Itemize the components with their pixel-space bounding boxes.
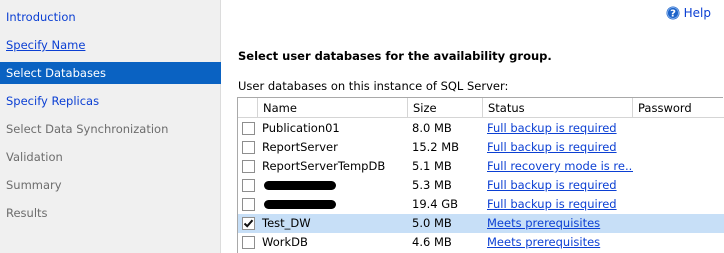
nav-item-label: Results bbox=[6, 206, 48, 220]
status-cell: Full backup is required bbox=[483, 119, 633, 138]
grid-caption: User databases on this instance of SQL S… bbox=[238, 79, 509, 93]
nav-item-select-databases[interactable]: Select Databases bbox=[0, 62, 221, 84]
table-row[interactable]: ReportServer 15.2 MB Full backup is requir… bbox=[238, 138, 724, 157]
nav-item-label: Select Data Synchronization bbox=[6, 122, 169, 136]
status-cell: Full recovery mode is re... bbox=[483, 157, 633, 176]
database-checkbox[interactable] bbox=[242, 198, 255, 211]
select-cell bbox=[238, 195, 258, 214]
database-name-cell: WorkDB bbox=[262, 235, 308, 249]
nav-item-introduction[interactable]: Introduction bbox=[0, 6, 221, 28]
database-name-cell: ReportServer bbox=[262, 140, 338, 154]
checkmark-icon bbox=[243, 219, 254, 228]
nav-item-label: Specify Replicas bbox=[6, 94, 100, 108]
table-row[interactable]: Publication01 8.0 MB Full backup is requir… bbox=[238, 119, 724, 138]
database-name-cell bbox=[258, 176, 408, 195]
database-checkbox[interactable] bbox=[242, 179, 255, 192]
status-cell: Meets prerequisites bbox=[483, 233, 633, 252]
select-cell bbox=[238, 214, 258, 233]
database-size-cell: 15.2 MB bbox=[412, 140, 460, 154]
select-cell bbox=[238, 119, 258, 138]
status-link[interactable]: Full backup is required bbox=[487, 121, 617, 135]
select-cell bbox=[238, 233, 258, 252]
table-row[interactable]: Test_DW 5.0 MB Meets prerequisites bbox=[238, 214, 724, 233]
database-name-cell: Publication01 bbox=[262, 121, 340, 135]
page-heading: Select user databases for the availabili… bbox=[238, 49, 552, 63]
table-row[interactable]: ReportServerTempDB 5.1 MB Full recovery mo… bbox=[238, 157, 724, 176]
status-cell: Full backup is required bbox=[483, 138, 633, 157]
status-link[interactable]: Full backup is required bbox=[487, 178, 617, 192]
column-header-size[interactable]: Size bbox=[408, 98, 483, 118]
nav-item-specify-replicas[interactable]: Specify Replicas bbox=[0, 90, 221, 112]
nav-item-select-data-synchronization: Select Data Synchronization bbox=[0, 118, 221, 140]
column-header-password[interactable]: Password bbox=[633, 98, 724, 118]
table-row[interactable]: WorkDB 4.6 MB Meets prerequisites bbox=[238, 233, 724, 252]
status-link[interactable]: Full backup is required bbox=[487, 140, 617, 154]
nav-item-label: Select Databases bbox=[6, 66, 106, 80]
status-cell: Full backup is required bbox=[483, 195, 633, 214]
table-row[interactable]: 19.4 GB Full backup is required bbox=[238, 195, 724, 214]
select-cell bbox=[238, 138, 258, 157]
password-cell[interactable] bbox=[633, 176, 724, 195]
column-header-select[interactable] bbox=[238, 98, 258, 118]
grid-header: Name Size Status Password bbox=[238, 98, 724, 118]
redaction-bar bbox=[264, 200, 336, 209]
database-checkbox[interactable] bbox=[242, 160, 255, 173]
password-cell[interactable] bbox=[633, 195, 724, 214]
help-link[interactable]: ? Help bbox=[666, 5, 711, 21]
help-label: Help bbox=[683, 6, 711, 20]
status-cell: Full backup is required bbox=[483, 176, 633, 195]
status-link[interactable]: Full backup is required bbox=[487, 197, 617, 211]
redaction-bar bbox=[264, 181, 336, 190]
database-checkbox[interactable] bbox=[242, 236, 255, 249]
nav-item-validation: Validation bbox=[0, 146, 221, 168]
database-size-cell: 4.6 MB bbox=[412, 235, 452, 249]
nav-item-label: Specify Name bbox=[6, 38, 86, 52]
status-cell: Meets prerequisites bbox=[483, 214, 633, 233]
column-header-status[interactable]: Status bbox=[483, 98, 633, 118]
database-checkbox[interactable] bbox=[242, 141, 255, 154]
nav-item-summary: Summary bbox=[0, 174, 221, 196]
password-cell[interactable] bbox=[633, 119, 724, 138]
wizard-page-nav: Introduction Specify Name Select Databas… bbox=[0, 0, 221, 253]
password-cell[interactable] bbox=[633, 214, 724, 233]
svg-text:?: ? bbox=[670, 9, 676, 20]
help-icon: ? bbox=[666, 6, 680, 20]
status-link[interactable]: Full recovery mode is re... bbox=[487, 159, 633, 173]
main-panel: ? Help Select user databases for the ava… bbox=[222, 0, 724, 253]
databases-grid[interactable]: Name Size Status Password Publication01 8… bbox=[237, 97, 724, 253]
nav-item-results: Results bbox=[0, 202, 221, 224]
password-cell[interactable] bbox=[633, 233, 724, 252]
database-name-cell bbox=[258, 195, 408, 214]
database-size-cell: 5.1 MB bbox=[412, 159, 452, 173]
nav-item-label: Summary bbox=[6, 178, 62, 192]
password-cell[interactable] bbox=[633, 138, 724, 157]
select-cell bbox=[238, 176, 258, 195]
table-row[interactable]: 5.3 MB Full backup is required bbox=[238, 176, 724, 195]
database-name-cell: Test_DW bbox=[262, 216, 311, 230]
nav-item-label: Introduction bbox=[6, 10, 76, 24]
database-size-cell: 19.4 GB bbox=[412, 197, 459, 211]
password-cell[interactable] bbox=[633, 157, 724, 176]
status-link[interactable]: Meets prerequisites bbox=[487, 235, 600, 249]
nav-item-label: Validation bbox=[6, 150, 63, 164]
status-link[interactable]: Meets prerequisites bbox=[487, 216, 600, 230]
database-size-cell: 8.0 MB bbox=[412, 121, 452, 135]
select-cell bbox=[238, 157, 258, 176]
database-checkbox[interactable] bbox=[242, 217, 255, 230]
database-name-cell: ReportServerTempDB bbox=[262, 159, 386, 173]
column-header-name[interactable]: Name bbox=[258, 98, 408, 118]
nav-item-specify-name[interactable]: Specify Name bbox=[0, 34, 221, 56]
database-checkbox[interactable] bbox=[242, 122, 255, 135]
database-size-cell: 5.0 MB bbox=[412, 216, 452, 230]
database-size-cell: 5.3 MB bbox=[412, 178, 452, 192]
